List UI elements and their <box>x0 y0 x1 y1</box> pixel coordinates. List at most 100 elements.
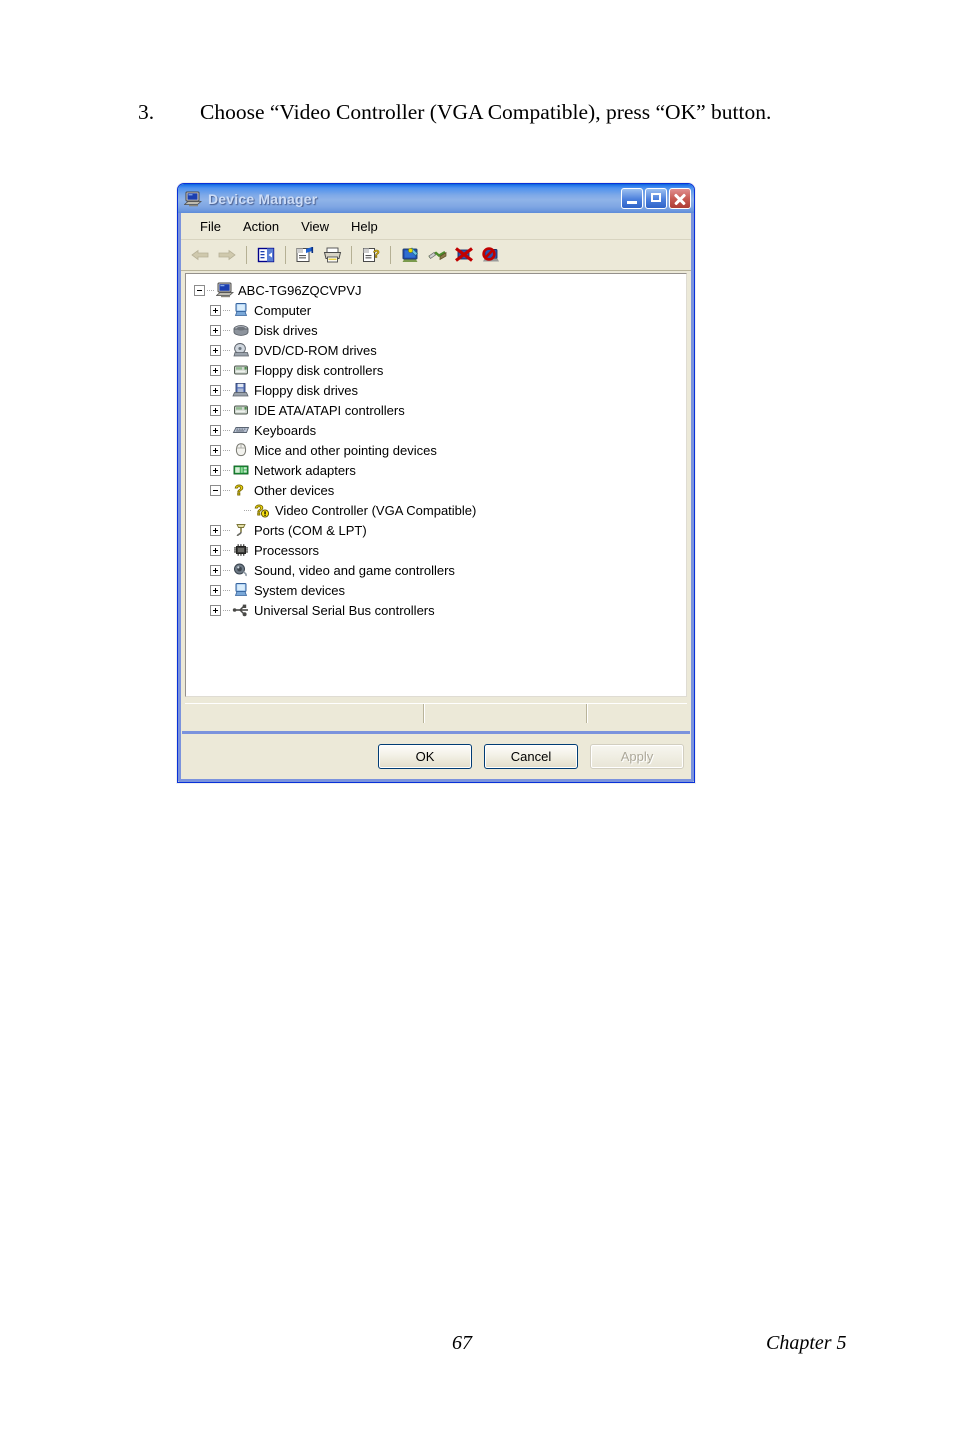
network-adapter-icon <box>232 462 250 478</box>
window-title: Device Manager <box>208 190 318 207</box>
tree-item-processors[interactable]: Processors <box>192 540 682 560</box>
tree-connector <box>223 305 232 316</box>
tree-connector <box>223 585 232 596</box>
tree-item-network-adapters[interactable]: Network adapters <box>192 460 682 480</box>
status-pane-1 <box>185 704 425 723</box>
floppy-controller-icon <box>232 362 250 378</box>
tree-item-disk-drives[interactable]: Disk drives <box>192 320 682 340</box>
menu-item-help[interactable]: Help <box>340 217 389 236</box>
expand-toggle[interactable] <box>210 404 221 416</box>
processor-icon <box>232 542 250 558</box>
keyboard-icon <box>232 422 250 438</box>
floppy-drive-icon <box>232 382 250 398</box>
expand-toggle[interactable] <box>210 564 221 576</box>
tree-item-usb-controllers[interactable]: Universal Serial Bus controllers <box>192 600 682 620</box>
tree-item-computer[interactable]: Computer <box>192 300 682 320</box>
expand-toggle[interactable] <box>210 524 221 536</box>
step-text: Choose “Video Controller (VGA Compatible… <box>200 100 772 124</box>
tree-connector <box>244 505 253 516</box>
window-title-bar[interactable]: Device Manager <box>178 184 694 213</box>
print-icon[interactable] <box>319 243 345 267</box>
tree-connector <box>223 365 232 376</box>
device-manager-window: Device Manager File Action View Help ? A… <box>177 183 695 783</box>
tree-item-label: System devices <box>254 582 346 598</box>
close-button[interactable] <box>669 188 691 209</box>
menu-item-action[interactable]: Action <box>232 217 290 236</box>
tree-item-dvd-cd-rom-drives[interactable]: DVD/CD-ROM drives <box>192 340 682 360</box>
status-bar <box>185 703 687 723</box>
properties-icon[interactable] <box>292 243 318 267</box>
window-controls <box>621 188 691 209</box>
expand-toggle[interactable] <box>210 604 221 616</box>
tree-item-other-devices[interactable]: ? Other devices <box>192 480 682 500</box>
tree-item-system-devices[interactable]: System devices <box>192 580 682 600</box>
computer-icon <box>232 302 250 318</box>
tree-connector <box>223 525 232 536</box>
tree-item-mice-and-other-pointing-devices[interactable]: Mice and other pointing devices <box>192 440 682 460</box>
uninstall-device-icon[interactable] <box>451 243 477 267</box>
port-icon <box>232 522 250 538</box>
tree-item-root[interactable]: ABC-TG96ZQCVPVJ <box>192 280 682 300</box>
menu-item-view[interactable]: View <box>290 217 340 236</box>
expand-toggle[interactable] <box>210 444 221 456</box>
tree-item-label: Keyboards <box>254 422 317 438</box>
tree-item-label: Computer <box>254 302 312 318</box>
collapse-toggle[interactable] <box>194 284 205 296</box>
expand-toggle[interactable] <box>210 584 221 596</box>
device-tree-panel[interactable]: ABC-TG96ZQCVPVJ Computer Disk drives DVD… <box>185 273 687 697</box>
tree-connector <box>223 565 232 576</box>
ok-button[interactable]: OK <box>378 744 472 769</box>
tree-connector <box>223 485 232 496</box>
tree-item-label: Mice and other pointing devices <box>254 442 437 458</box>
toolbar-separator <box>351 246 352 264</box>
tree-item-floppy-disk-controllers[interactable]: Floppy disk controllers <box>192 360 682 380</box>
minimize-button[interactable] <box>621 188 643 209</box>
forward-arrow-icon[interactable] <box>214 243 240 267</box>
expand-toggle[interactable] <box>210 424 221 436</box>
status-pane-2 <box>425 704 588 723</box>
menu-item-file[interactable]: File <box>189 217 232 236</box>
disable-device-icon[interactable] <box>478 243 504 267</box>
tree-item-label: Sound, video and game controllers <box>254 562 455 578</box>
expand-toggle[interactable] <box>210 544 221 556</box>
dvd-drive-icon <box>232 342 250 358</box>
expand-toggle[interactable] <box>210 324 221 336</box>
back-arrow-icon[interactable] <box>187 243 213 267</box>
chapter-label: Chapter 5 <box>766 1332 847 1354</box>
help-icon[interactable]: ? <box>358 243 384 267</box>
usb-controller-icon <box>232 602 250 618</box>
collapse-toggle[interactable] <box>210 484 221 496</box>
tree-item-video-controller[interactable]: ? Video Controller (VGA Compatible) <box>192 500 682 520</box>
tree-item-label: DVD/CD-ROM drives <box>254 342 377 358</box>
expand-toggle[interactable] <box>210 364 221 376</box>
show-hide-console-tree-icon[interactable] <box>253 243 279 267</box>
tree-connector <box>223 385 232 396</box>
expand-toggle[interactable] <box>210 464 221 476</box>
update-driver-icon[interactable] <box>424 243 450 267</box>
system-device-icon <box>232 582 250 598</box>
tree-item-label: Processors <box>254 542 320 558</box>
tree-item-label: Universal Serial Bus controllers <box>254 602 435 618</box>
menu-bar: File Action View Help <box>181 213 691 240</box>
dialog-button-row: OK Cancel Apply <box>182 731 690 779</box>
tree-item-label: Ports (COM & LPT) <box>254 522 367 538</box>
tree-item-floppy-disk-drives[interactable]: Floppy disk drives <box>192 380 682 400</box>
tree-item-label: Floppy disk drives <box>254 382 359 398</box>
scan-for-hardware-changes-icon[interactable] <box>397 243 423 267</box>
step-instruction: 3. Choose “Video Controller (VGA Compatib… <box>138 100 898 125</box>
status-pane-3 <box>588 704 687 723</box>
sound-controller-icon <box>232 562 250 578</box>
tree-item-keyboards[interactable]: Keyboards <box>192 420 682 440</box>
page-number: 67 <box>452 1332 472 1354</box>
tree-item-ports[interactable]: Ports (COM & LPT) <box>192 520 682 540</box>
tree-item-sound-video-game-controllers[interactable]: Sound, video and game controllers <box>192 560 682 580</box>
expand-toggle[interactable] <box>210 344 221 356</box>
unknown-device-warning-icon: ? <box>253 502 271 518</box>
tree-item-ide-ata-atapi-controllers[interactable]: IDE ATA/ATAPI controllers <box>192 400 682 420</box>
cancel-button[interactable]: Cancel <box>484 744 578 769</box>
tree-item-label: IDE ATA/ATAPI controllers <box>254 402 405 418</box>
expand-toggle[interactable] <box>210 384 221 396</box>
expand-toggle[interactable] <box>210 304 221 316</box>
tree-item-label: Network adapters <box>254 462 356 478</box>
maximize-button[interactable] <box>645 188 667 209</box>
